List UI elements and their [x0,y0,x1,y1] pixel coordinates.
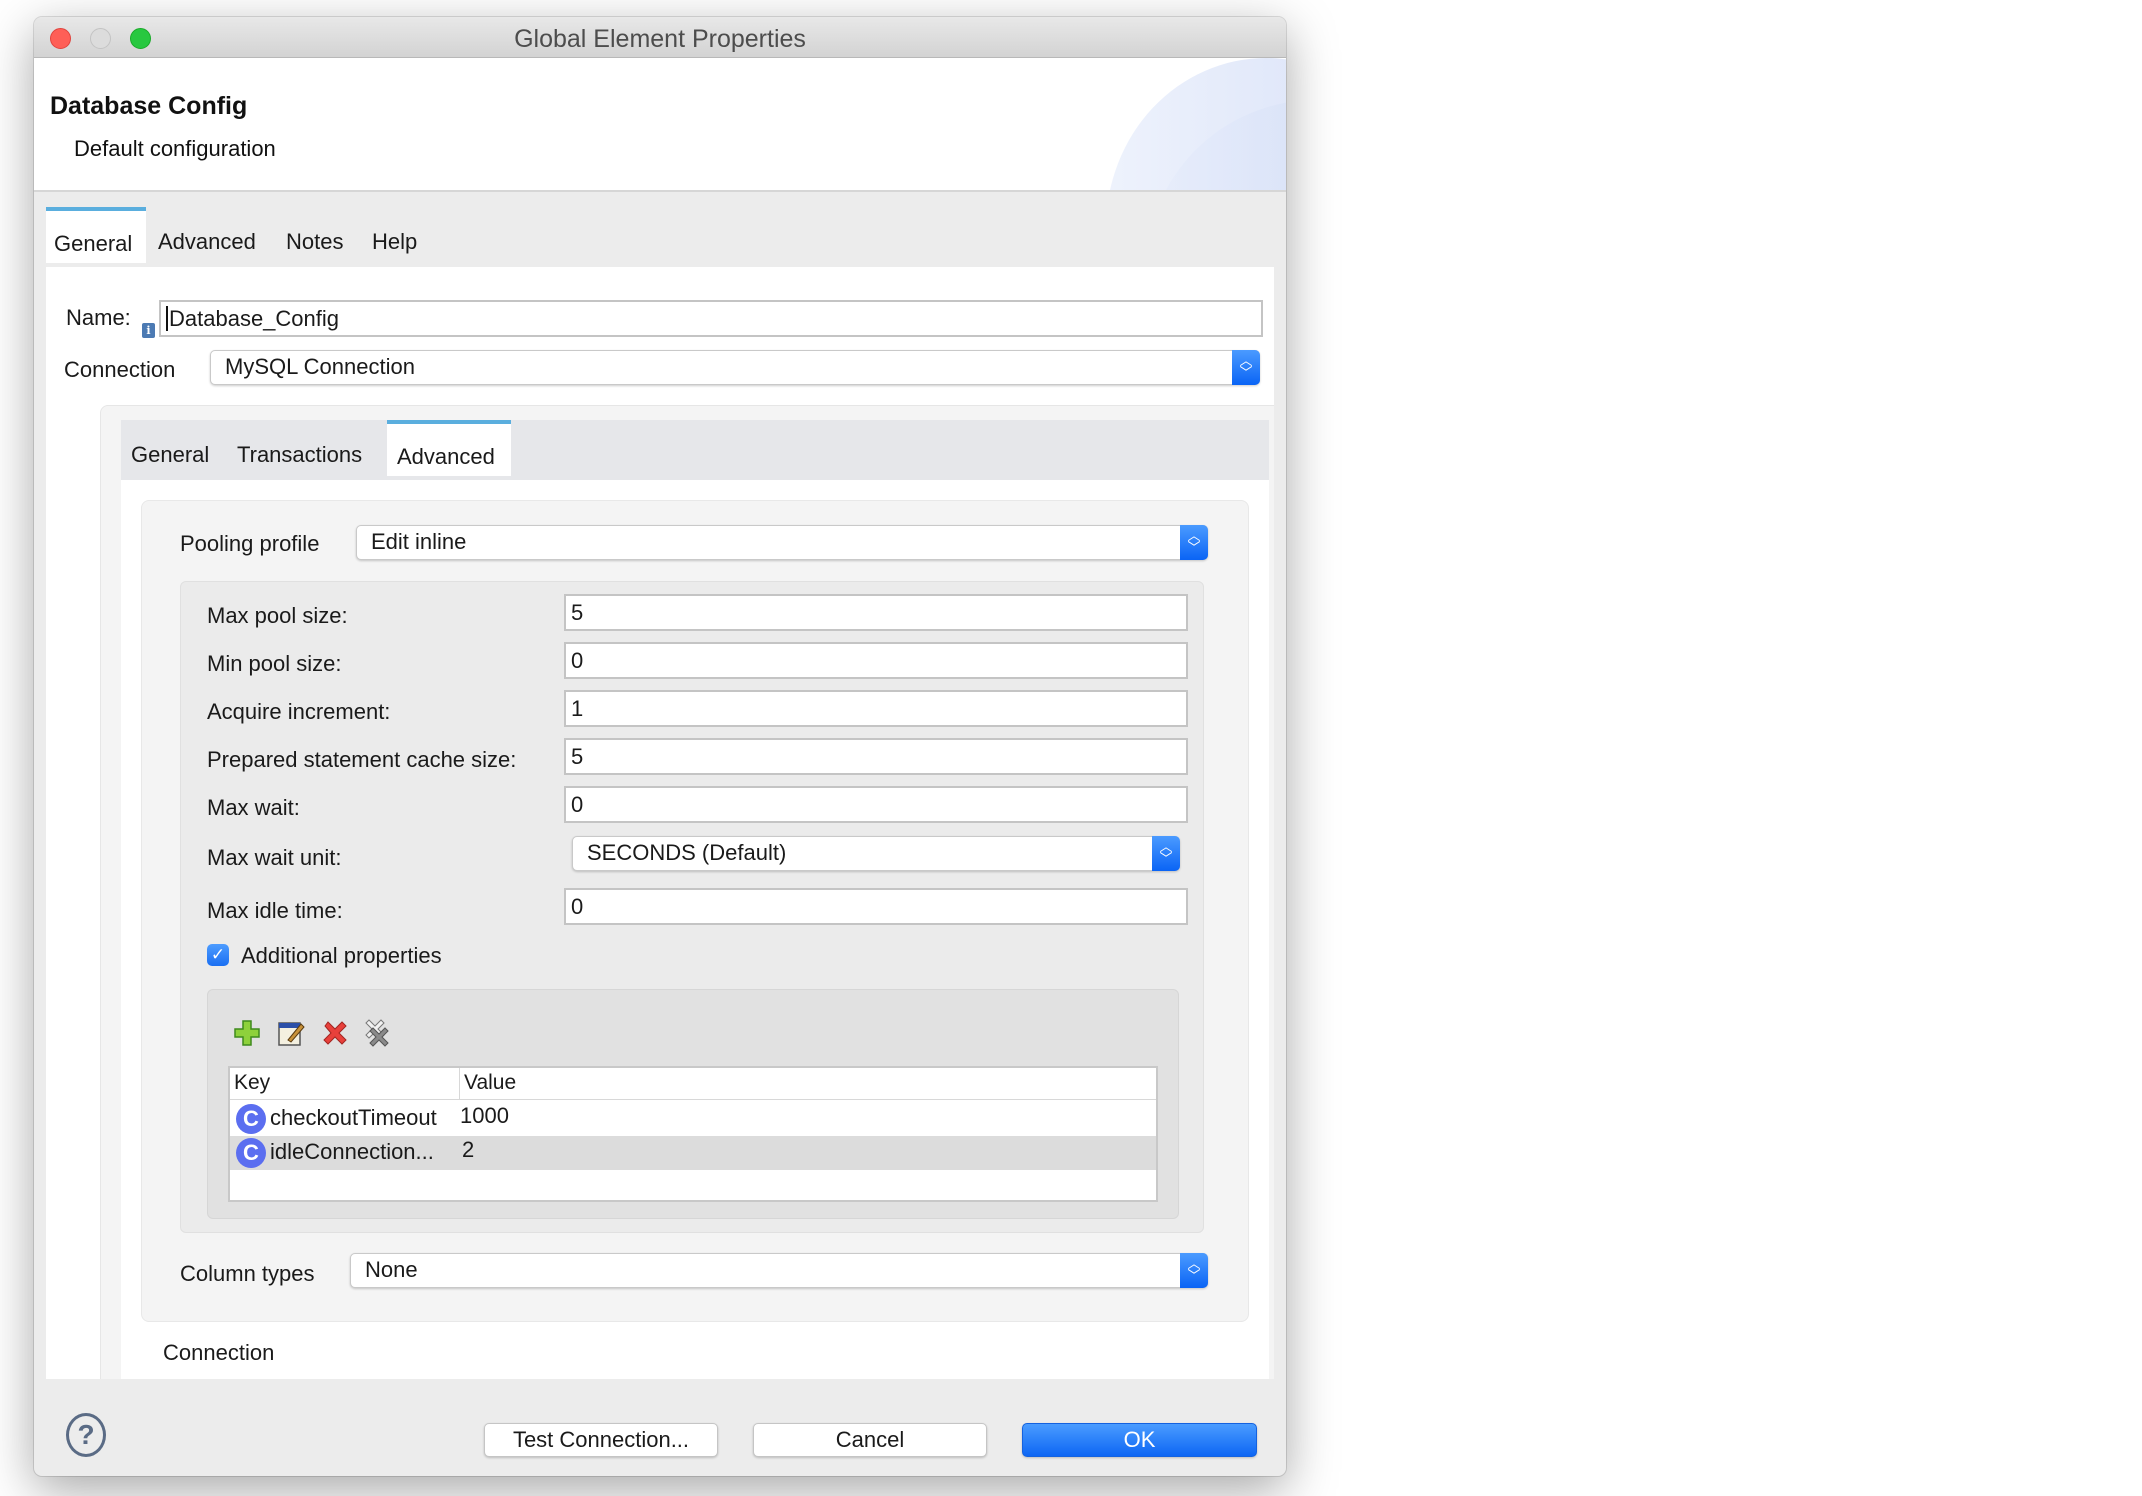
max-idle-time-label: Max idle time: [207,898,343,923]
min-pool-size-input[interactable]: 0 [564,642,1188,679]
name-label: Name: [66,305,131,330]
row-key: idleConnection... [270,1139,434,1164]
chevron-updown-icon: ︿ ﹀ [1152,836,1180,871]
row-value: 1000 [460,1103,509,1128]
column-header-key[interactable]: Key [230,1068,460,1100]
dialog-header: Database Config Default configuration [34,58,1286,192]
inner-tab-transactions[interactable]: Transactions [227,424,372,480]
max-pool-size-label: Max pool size: [207,603,348,628]
name-value: Database_Config [166,306,340,331]
additional-properties-label: Additional properties [241,943,442,968]
advanced-tab-panel: Pooling profile Edit inline ︿ ﹀ Max pool … [121,480,1269,1379]
inner-tab-bar: General Transactions Advanced [121,420,1269,480]
max-wait-unit-label: Max wait unit: [207,845,342,870]
inner-tab-general[interactable]: General [121,424,219,480]
min-pool-size-label: Min pool size: [207,651,342,676]
column-types-label: Column types [180,1261,315,1286]
property-icon: C [236,1104,266,1134]
max-wait-unit-value: SECONDS (Default) [587,840,787,865]
column-types-select[interactable]: None ︿ ﹀ [350,1253,1208,1288]
table-row[interactable]: C checkoutTimeout 1000 [230,1102,1156,1136]
table-row[interactable]: C idleConnection... 2 [230,1136,1156,1170]
pooling-profile-value: Edit inline [371,529,467,554]
window-title: Global Element Properties [514,25,806,53]
name-input[interactable]: Database_Config [159,300,1263,337]
header-description: Default configuration [74,136,276,161]
chevron-updown-icon: ︿ ﹀ [1180,525,1208,560]
additional-properties-checkbox[interactable]: ✓ [207,944,229,966]
outer-tab-bar: General Advanced Notes Help [46,207,1274,267]
edit-icon[interactable] [276,1018,306,1048]
connection-select[interactable]: MySQL Connection ︿ ﹀ [210,350,1260,385]
header-title: Database Config [50,92,248,120]
prepared-statement-cache-size-label: Prepared statement cache size: [207,747,517,772]
delete-all-icon[interactable] [362,1018,392,1048]
tab-general[interactable]: General [46,207,146,263]
dialog-window: Global Element Properties Database Confi… [34,17,1286,1476]
column-header-value[interactable]: Value [460,1068,1156,1100]
connection-section-label: Connection [163,1340,275,1365]
delete-icon[interactable] [320,1018,350,1048]
tab-notes[interactable]: Notes [278,211,351,267]
max-idle-time-input[interactable]: 0 [564,888,1188,925]
additional-properties-table: Key Value C checkoutTimeout 1000 C idleC… [228,1066,1158,1202]
ok-button[interactable]: OK [1022,1423,1257,1457]
connection-label: Connection [64,357,176,382]
inner-tab-advanced[interactable]: Advanced [387,420,511,476]
max-wait-input[interactable]: 0 [564,786,1188,823]
chevron-updown-icon: ︿ ﹀ [1180,1253,1208,1288]
connection-groupbox: General Transactions Advanced Pooling pr… [100,405,1274,1379]
title-bar[interactable]: Global Element Properties [34,17,1286,58]
pooling-profile-panel: Pooling profile Edit inline ︿ ﹀ Max pool … [141,500,1249,1322]
test-connection-button[interactable]: Test Connection... [484,1423,718,1457]
column-types-value: None [365,1257,418,1282]
tab-help[interactable]: Help [364,211,425,267]
prepared-statement-cache-size-input[interactable]: 5 [564,738,1188,775]
row-key: checkoutTimeout [270,1105,437,1130]
additional-properties-box: Key Value C checkoutTimeout 1000 C idleC… [207,989,1179,1219]
tab-advanced[interactable]: Advanced [150,211,264,267]
chevron-updown-icon: ︿ ﹀ [1232,350,1260,385]
pooling-fields-box: Max pool size: 5 Min pool size: 0 Acquir… [180,581,1204,1233]
general-tab-panel: Name: i Database_Config Connection MySQL… [46,267,1274,1379]
pooling-profile-label: Pooling profile [180,531,320,556]
help-icon[interactable]: ? [66,1413,106,1457]
add-icon[interactable] [232,1018,262,1048]
acquire-increment-label: Acquire increment: [207,699,391,724]
cancel-button[interactable]: Cancel [753,1423,987,1457]
acquire-increment-input[interactable]: 1 [564,690,1188,727]
property-icon: C [236,1138,266,1168]
max-wait-label: Max wait: [207,795,300,820]
row-value: 2 [462,1137,475,1162]
max-pool-size-input[interactable]: 5 [564,594,1188,631]
connection-value: MySQL Connection [225,354,415,379]
max-wait-unit-select[interactable]: SECONDS (Default) ︿ ﹀ [572,836,1180,871]
pooling-profile-select[interactable]: Edit inline ︿ ﹀ [356,525,1208,560]
info-icon: i [142,323,155,338]
